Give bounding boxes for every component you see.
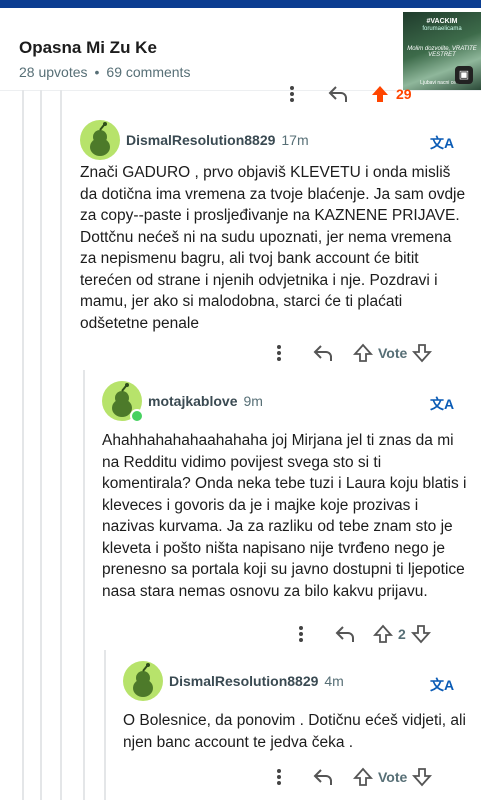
upvote-icon[interactable] <box>352 343 374 363</box>
thread-line[interactable] <box>40 90 42 800</box>
vote-label: Vote <box>378 345 408 361</box>
comment-header: DismalResolution8829 17m <box>80 120 309 160</box>
comment-actions: Vote <box>268 764 433 790</box>
username[interactable]: DismalResolution8829 <box>126 132 275 148</box>
downvote-icon[interactable] <box>410 624 432 644</box>
status-bar <box>0 0 481 8</box>
comment-time: 4m <box>324 673 344 689</box>
thumbnail-caption: Molim dozvolite, VRATITE VESTRET <box>407 46 477 58</box>
upvote-count: 28 upvotes <box>19 64 88 80</box>
comment-header: motajkablove 9m <box>102 381 263 421</box>
prev-comment-actions: 29 <box>280 84 412 104</box>
username[interactable]: DismalResolution8829 <box>169 673 318 689</box>
more-options-icon[interactable] <box>290 624 312 644</box>
translate-icon[interactable]: 文A <box>430 133 454 153</box>
avatar[interactable] <box>80 120 120 160</box>
online-indicator <box>130 409 144 423</box>
avatar[interactable] <box>123 661 163 701</box>
downvote-icon[interactable] <box>411 767 433 787</box>
thread-line[interactable] <box>83 370 85 800</box>
vote-count: 2 <box>398 626 406 642</box>
username[interactable]: motajkablove <box>148 393 237 409</box>
downvote-icon[interactable] <box>411 343 433 363</box>
more-options-icon[interactable] <box>268 343 290 363</box>
more-options-icon[interactable] <box>280 84 304 104</box>
translate-icon[interactable]: 文A <box>430 675 454 695</box>
more-options-icon[interactable] <box>268 767 290 787</box>
thumbnail-subtitle: forumaelicama <box>422 26 462 32</box>
comment-body: O Bolesnice, da ponovim . Dotičnu ećeš v… <box>123 712 466 751</box>
post-meta: 28 upvotes • 69 comments <box>19 64 190 80</box>
comment-time: 17m <box>281 132 309 148</box>
thread-line[interactable] <box>60 90 62 800</box>
upvote-icon[interactable] <box>372 624 394 644</box>
gallery-icon: ▣ <box>455 66 473 84</box>
comment-body: Ahahhahahahaahahaha joj Mirjana jel ti z… <box>102 432 467 600</box>
reply-icon[interactable] <box>330 624 360 644</box>
vote-label: Vote <box>378 769 408 785</box>
post-thumbnail[interactable]: #VACKIM forumaelicama Molim dozvolite, V… <box>403 12 481 90</box>
comment-count: 69 comments <box>106 64 191 80</box>
comment-body: Znači GADURO , prvo objaviš KLEVETU i on… <box>80 164 466 332</box>
comment-actions: Vote <box>268 340 433 366</box>
thread-line[interactable] <box>104 650 106 800</box>
reply-icon[interactable] <box>318 84 358 104</box>
translate-icon[interactable]: 文A <box>430 394 454 414</box>
reply-icon[interactable] <box>308 343 338 363</box>
upvote-icon[interactable] <box>352 767 374 787</box>
comment-actions: 2 <box>290 621 432 647</box>
thread-line[interactable] <box>22 90 24 800</box>
post-title: Opasna Mi Zu Ke <box>19 38 157 57</box>
reply-icon[interactable] <box>308 767 338 787</box>
separator-dot: • <box>94 64 100 80</box>
upvote-icon[interactable] <box>368 84 392 104</box>
comment-header: DismalResolution8829 4m <box>123 661 344 701</box>
upvote-count: 29 <box>396 86 412 102</box>
comment-time: 9m <box>243 393 263 409</box>
thumbnail-title: #VACKIM <box>426 18 458 25</box>
